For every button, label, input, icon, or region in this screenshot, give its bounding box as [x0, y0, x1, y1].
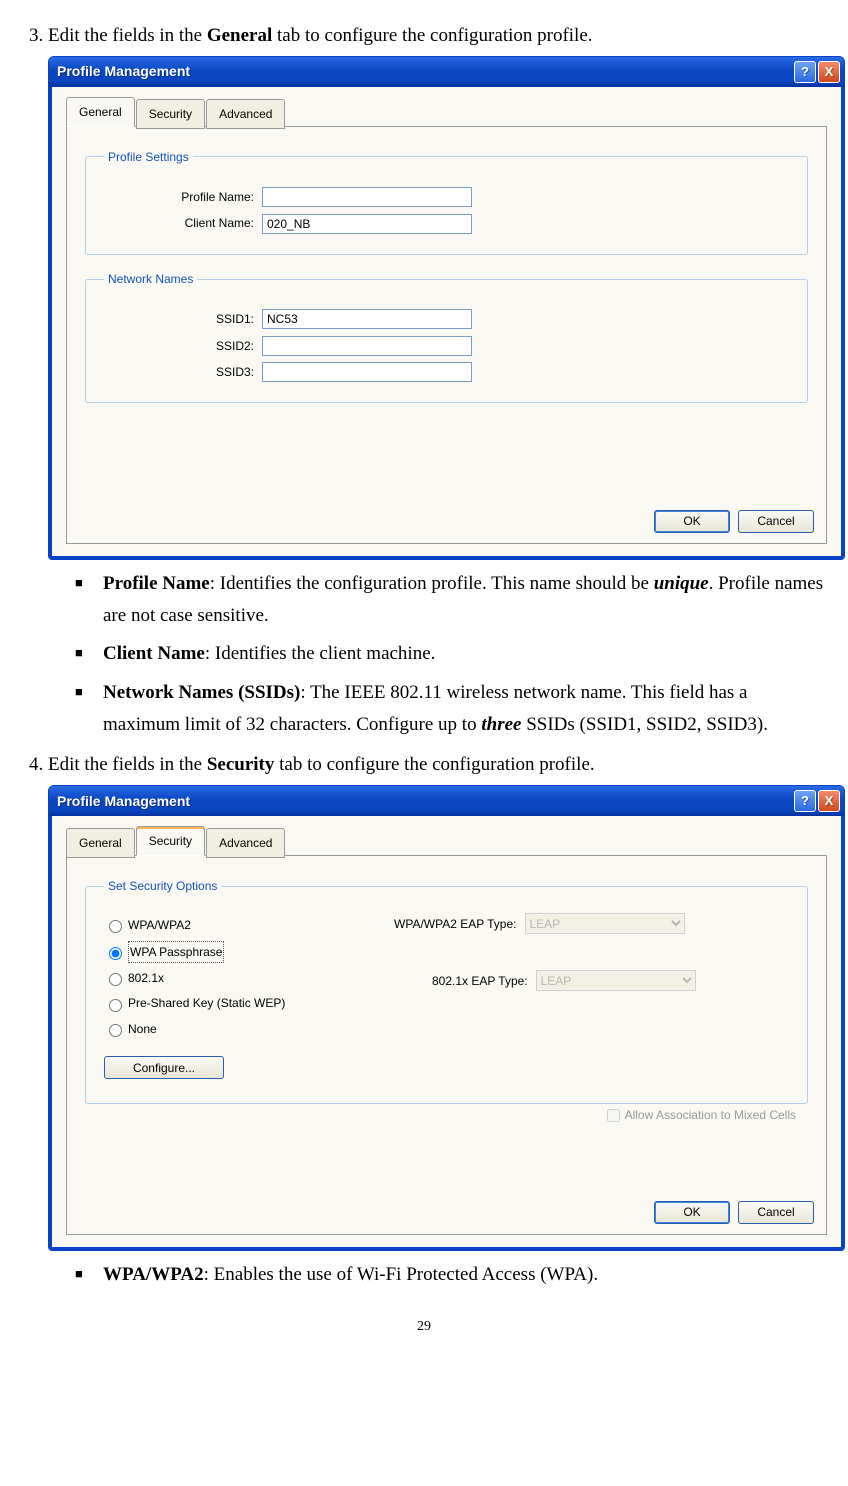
wpa-eap-select: LEAP [525, 913, 685, 934]
help-button[interactable]: ? [794, 61, 816, 83]
tab-general[interactable]: General [66, 97, 135, 126]
profile-management-window-security: Profile Management ? X General Security … [48, 785, 845, 1250]
mixed-cells-label: Allow Association to Mixed Cells [625, 1105, 796, 1125]
window-title: Profile Management [57, 60, 792, 84]
profile-name-label: Profile Name: [104, 187, 254, 207]
profile-management-window-general: Profile Management ? X General Security … [48, 56, 845, 559]
help-button[interactable]: ? [794, 790, 816, 812]
cancel-button[interactable]: Cancel [738, 510, 814, 533]
8021x-eap-select: LEAP [536, 970, 696, 991]
network-names-group: Network Names SSID1: SSID2: SSID3: [85, 269, 808, 404]
profile-name-input[interactable] [262, 187, 472, 207]
tab-advanced[interactable]: Advanced [206, 99, 285, 128]
close-button[interactable]: X [818, 790, 840, 812]
ok-button[interactable]: OK [654, 510, 730, 533]
radio-psk[interactable] [109, 999, 122, 1012]
network-names-legend: Network Names [104, 269, 197, 289]
radio-wpa-passphrase[interactable] [109, 947, 122, 960]
bullet-profile-name: Profile Name: Identifies the configurati… [103, 568, 828, 633]
titlebar[interactable]: Profile Management ? X [49, 786, 844, 816]
bullet-client-name: Client Name: Identifies the client machi… [103, 638, 828, 670]
tab-general[interactable]: General [66, 828, 135, 857]
step4-post: tab to configure the configuration profi… [274, 754, 594, 775]
radio-none-label: None [128, 1019, 157, 1039]
radio-8021x-label: 802.1x [128, 968, 164, 988]
step-4: Edit the fields in the Security tab to c… [48, 749, 828, 1291]
mixed-cells-checkbox [607, 1109, 620, 1122]
step4-bold: Security [207, 754, 275, 775]
set-security-options-group: Set Security Options WPA/WPA2 WPA Passph… [85, 876, 808, 1104]
step3-bold: General [207, 25, 272, 46]
page-number: 29 [20, 1319, 828, 1335]
radio-wpa[interactable] [109, 920, 122, 933]
profile-settings-group: Profile Settings Profile Name: Client Na… [85, 147, 808, 255]
titlebar[interactable]: Profile Management ? X [49, 57, 844, 87]
profile-settings-legend: Profile Settings [104, 147, 193, 167]
close-button[interactable]: X [818, 61, 840, 83]
window-title: Profile Management [57, 790, 792, 814]
radio-8021x[interactable] [109, 973, 122, 986]
radio-psk-label: Pre-Shared Key (Static WEP) [128, 993, 285, 1013]
bullet-wpa: WPA/WPA2: Enables the use of Wi-Fi Prote… [103, 1259, 828, 1291]
client-name-input[interactable] [262, 214, 472, 234]
radio-wpa-passphrase-label: WPA Passphrase [128, 941, 224, 963]
bullet-network-names: Network Names (SSIDs): The IEEE 802.11 w… [103, 677, 828, 742]
cancel-button[interactable]: Cancel [738, 1201, 814, 1224]
step4-pre: Edit the fields in the [48, 754, 207, 775]
radio-none[interactable] [109, 1024, 122, 1037]
ssid2-input[interactable] [262, 336, 472, 356]
ssid3-label: SSID3: [104, 362, 254, 382]
tab-security[interactable]: Security [136, 826, 205, 855]
step3-post: tab to configure the configuration profi… [272, 25, 592, 46]
step-3: Edit the fields in the General tab to co… [48, 20, 828, 741]
ssid2-label: SSID2: [104, 336, 254, 356]
wpa-eap-label: WPA/WPA2 EAP Type: [394, 914, 517, 934]
ok-button[interactable]: OK [654, 1201, 730, 1224]
ssid3-input[interactable] [262, 362, 472, 382]
configure-button[interactable]: Configure... [104, 1056, 224, 1079]
security-legend: Set Security Options [104, 876, 221, 896]
step3-pre: Edit the fields in the [48, 25, 207, 46]
tab-advanced[interactable]: Advanced [206, 828, 285, 857]
client-name-label: Client Name: [104, 213, 254, 233]
8021x-eap-label: 802.1x EAP Type: [432, 971, 528, 991]
ssid1-label: SSID1: [104, 309, 254, 329]
radio-wpa-label: WPA/WPA2 [128, 915, 191, 935]
ssid1-input[interactable] [262, 309, 472, 329]
tab-security[interactable]: Security [136, 99, 205, 128]
